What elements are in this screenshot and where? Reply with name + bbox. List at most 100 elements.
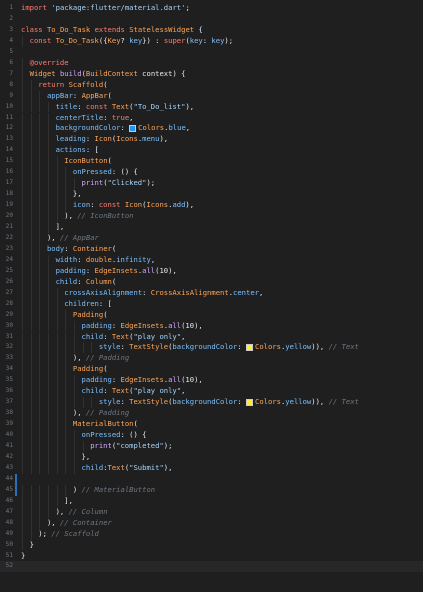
code-text[interactable]: return Scaffold( — [38, 80, 107, 91]
code-line[interactable]: 15 IconButton( — [0, 156, 423, 168]
code-line[interactable]: 42}, — [0, 451, 423, 463]
code-text[interactable]: padding: EdgeInsets.all(10), — [82, 321, 203, 332]
code-text[interactable]: IconButton( — [64, 156, 112, 167]
code-line[interactable]: 29 Padding( — [0, 309, 423, 321]
code-text[interactable]: import 'package:flutter/material.dart'; — [21, 3, 190, 14]
code-line[interactable]: 32 style: TextStyle(backgroundColor: Colo… — [0, 342, 423, 354]
code-text[interactable]: child:Text("Submit"), — [82, 463, 173, 474]
code-line[interactable]: 46], — [0, 495, 423, 507]
code-line[interactable]: 23 body: Container( — [0, 243, 423, 255]
code-line[interactable]: 9 appBar: AppBar( — [0, 90, 423, 102]
code-text[interactable]: centerTitle: true, — [56, 113, 134, 124]
code-editor[interactable]: 1 import 'package:flutter/material.dart';… — [0, 0, 423, 592]
code-text[interactable]: Padding( — [73, 364, 108, 375]
code-text[interactable]: print("completed"); — [90, 441, 172, 452]
code-line[interactable]: 26 child: Column( — [0, 276, 423, 288]
code-text[interactable]: style: TextStyle(backgroundColor: Colors… — [99, 342, 359, 353]
code-line[interactable]: 47), // Column — [0, 506, 423, 518]
code-line[interactable]: 52 — [0, 561, 423, 572]
code-line[interactable]: 16 onPressed: () { — [0, 167, 423, 179]
code-line[interactable]: 3 class To_Do_Task extends StatelessWidge… — [0, 25, 423, 36]
code-text[interactable]: ), // IconButton — [64, 211, 133, 222]
code-text[interactable]: child: Text("play only", — [82, 386, 186, 397]
color-swatch-yellow-icon[interactable] — [246, 343, 253, 351]
code-text[interactable]: ), // Padding — [73, 353, 129, 364]
code-line[interactable]: 50} — [0, 539, 423, 551]
code-text[interactable]: body: Container( — [47, 244, 116, 255]
code-line[interactable]: 24 width: double.infinity, — [0, 254, 423, 266]
code-line[interactable]: 51} — [0, 551, 423, 562]
code-line[interactable]: 19 icon: const Icon(Icons.add), — [0, 200, 423, 212]
code-line[interactable]: 45) // MaterialButton — [0, 484, 423, 496]
code-text[interactable]: ], — [64, 496, 73, 507]
code-line[interactable]: 49); // Scaffold — [0, 528, 423, 540]
code-text[interactable]: style: TextStyle(backgroundColor: Colors… — [99, 397, 359, 408]
code-text[interactable]: onPressed: () { — [82, 430, 147, 441]
code-line[interactable]: 48), // Container — [0, 517, 423, 529]
code-line[interactable]: 34 Padding( — [0, 364, 423, 376]
code-line[interactable]: 17 print("Clicked"); — [0, 178, 423, 190]
code-line[interactable]: 7 Widget build(BuildContext context) { — [0, 68, 423, 80]
code-text[interactable]: Padding( — [73, 310, 108, 321]
code-text[interactable]: ), // Padding — [73, 408, 129, 419]
code-line[interactable]: 12 backgroundColor: Colors.blue, — [0, 123, 423, 135]
code-line[interactable]: 35 padding: EdgeInsets.all(10), — [0, 375, 423, 387]
code-text[interactable]: }, — [73, 189, 82, 200]
code-text[interactable]: backgroundColor: Colors.blue, — [56, 123, 191, 134]
code-text[interactable]: child: Column( — [56, 277, 117, 288]
code-line[interactable]: 41 print("completed"); — [0, 441, 423, 452]
code-text[interactable]: crossAxisAlignment: CrossAxisAlignment.c… — [64, 288, 263, 299]
code-text[interactable]: class To_Do_Task extends StatelessWidget… — [21, 25, 203, 36]
code-text[interactable]: ), // AppBar — [47, 233, 99, 244]
code-text[interactable]: appBar: AppBar( — [47, 91, 112, 102]
code-text[interactable]: children: [ — [64, 299, 112, 310]
code-line[interactable]: 18}, — [0, 189, 423, 201]
code-line[interactable]: 1 import 'package:flutter/material.dart'; — [0, 3, 423, 14]
code-line[interactable]: 30 padding: EdgeInsets.all(10), — [0, 320, 423, 332]
code-line[interactable]: 28 children: [ — [0, 298, 423, 310]
code-text[interactable]: icon: const Icon(Icons.add), — [73, 200, 194, 211]
code-line[interactable]: 31 child: Text("play only", — [0, 331, 423, 343]
code-line[interactable]: 13 leading: Icon(Icons.menu), — [0, 134, 423, 146]
code-line[interactable]: 8 return Scaffold( — [0, 79, 423, 91]
code-text[interactable]: ) // MaterialButton — [73, 485, 155, 496]
code-text[interactable]: leading: Icon(Icons.menu), — [56, 134, 169, 145]
code-text[interactable]: padding: EdgeInsets.all(10), — [82, 375, 203, 386]
code-line[interactable]: 21], — [0, 222, 423, 233]
code-text[interactable]: Widget build(BuildContext context) { — [30, 69, 186, 80]
code-text[interactable]: @override — [30, 58, 69, 69]
code-line[interactable]: 22), // AppBar — [0, 232, 423, 244]
code-text[interactable]: const To_Do_Task({Key? key}) : super(key… — [30, 36, 233, 47]
code-text[interactable]: print("Clicked"); — [82, 178, 156, 189]
code-text[interactable]: width: double.infinity, — [56, 255, 156, 266]
code-text[interactable]: padding: EdgeInsets.all(10), — [56, 266, 177, 277]
code-line[interactable]: 43 child:Text("Submit"), — [0, 462, 423, 474]
code-line[interactable]: 39 MaterialButton( — [0, 419, 423, 431]
code-line[interactable]: 25 padding: EdgeInsets.all(10), — [0, 265, 423, 277]
code-text[interactable]: ), // Container — [47, 518, 112, 529]
code-line[interactable]: 14 actions: [ — [0, 145, 423, 157]
color-swatch-blue-icon[interactable] — [129, 124, 137, 132]
code-line[interactable]: 10 title: const Text("To_Do_list"), — [0, 101, 423, 113]
code-line[interactable]: 36 child: Text("play only", — [0, 386, 423, 398]
code-line[interactable]: 37 style: TextStyle(backgroundColor: Colo… — [0, 397, 423, 409]
code-line[interactable]: 4 const To_Do_Task({Key? key}) : super(ke… — [0, 35, 423, 47]
code-text[interactable]: ], — [56, 222, 65, 233]
code-line[interactable]: 6 @override — [0, 57, 423, 69]
code-line[interactable]: 33), // Padding — [0, 353, 423, 365]
color-swatch-yellow-icon[interactable] — [246, 398, 253, 406]
code-text[interactable]: onPressed: () { — [73, 167, 138, 178]
code-line[interactable]: 20), // IconButton — [0, 211, 423, 222]
code-text[interactable]: MaterialButton( — [73, 419, 138, 430]
code-line[interactable]: 38), // Padding — [0, 408, 423, 420]
code-text[interactable]: }, — [82, 452, 91, 463]
code-line[interactable]: 5 — [0, 47, 423, 58]
code-line[interactable]: 44 — [0, 474, 423, 485]
code-text[interactable]: ); // Scaffold — [38, 529, 99, 540]
code-text[interactable]: child: Text("play only", — [82, 332, 186, 343]
code-line[interactable]: 40 onPressed: () { — [0, 430, 423, 441]
code-line[interactable]: 11 centerTitle: true, — [0, 112, 423, 124]
code-text[interactable]: ), // Column — [56, 507, 108, 518]
code-text[interactable]: } — [21, 551, 25, 562]
code-line[interactable]: 2 — [0, 14, 423, 25]
